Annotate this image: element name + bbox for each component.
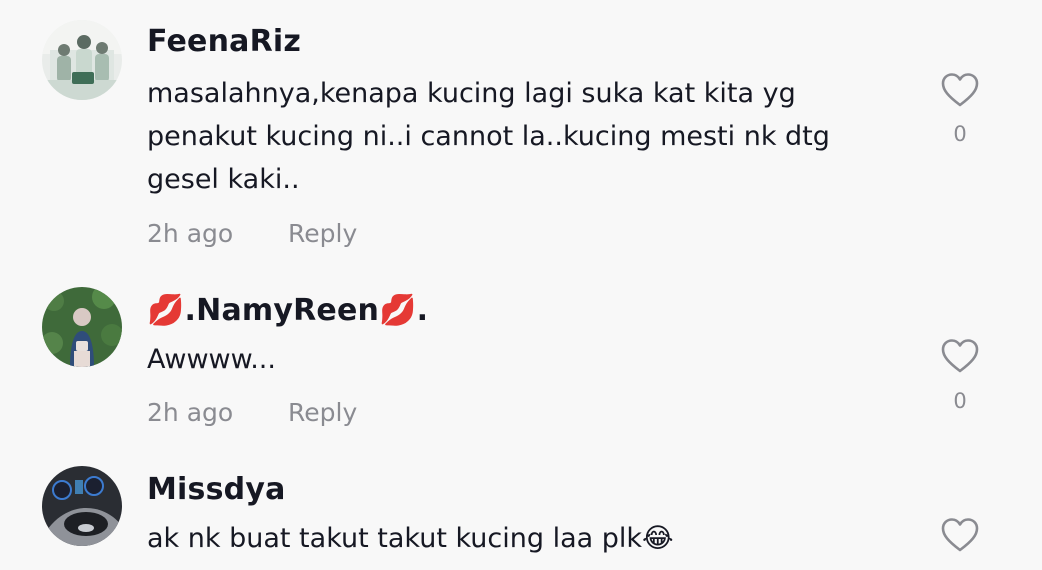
like-count: 0 bbox=[953, 122, 967, 146]
comment-timestamp: 2h ago bbox=[147, 398, 234, 427]
comment-username[interactable]: 💋.NamyReen💋. bbox=[147, 293, 428, 328]
comment-text: ak nk buat takut takut kucing laa plk😂 bbox=[147, 523, 674, 554]
reply-button[interactable]: Reply bbox=[288, 219, 357, 248]
heart-outline-icon bbox=[941, 73, 979, 107]
comment-list: FeenaRiz masalahnya,kenapa kucing lagi s… bbox=[0, 0, 1042, 570]
comment-meta: 2h ago Reply bbox=[147, 219, 357, 248]
like-button[interactable] bbox=[938, 68, 982, 112]
avatar[interactable] bbox=[42, 287, 122, 367]
comment-username[interactable]: Missdya bbox=[147, 472, 286, 507]
reply-button[interactable]: Reply bbox=[288, 398, 357, 427]
avatar[interactable] bbox=[42, 466, 122, 546]
comment-meta: 2h ago Reply bbox=[147, 398, 357, 427]
like-button[interactable] bbox=[938, 513, 982, 557]
like-button[interactable] bbox=[938, 334, 982, 378]
heart-outline-icon bbox=[941, 339, 979, 373]
avatar[interactable] bbox=[42, 20, 122, 100]
comment-text: Awwww... bbox=[147, 344, 276, 375]
comment-username[interactable]: FeenaRiz bbox=[147, 24, 301, 59]
comment-text: masalahnya,kenapa kucing lagi suka kat k… bbox=[147, 78, 830, 195]
like-count: 0 bbox=[953, 389, 967, 413]
comment-timestamp: 2h ago bbox=[147, 219, 234, 248]
heart-outline-icon bbox=[941, 518, 979, 552]
